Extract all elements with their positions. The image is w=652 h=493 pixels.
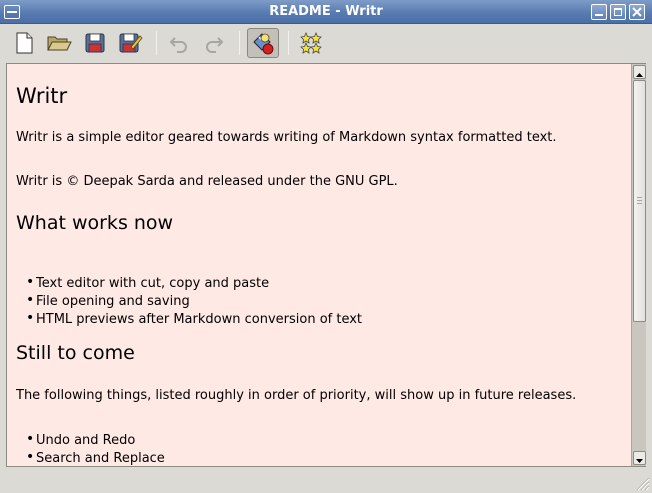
close-button[interactable] [629, 4, 645, 20]
toolbar-separator [288, 31, 289, 55]
grip-line [637, 197, 642, 198]
save-button[interactable] [79, 28, 111, 58]
list-item-text: Text editor with cut, copy and paste [36, 276, 270, 291]
list-item-text: File opening and saving [36, 294, 190, 309]
redo-icon [206, 37, 224, 53]
save-as-button[interactable] [114, 28, 146, 58]
save-as-icon [119, 33, 143, 53]
undo-icon [169, 37, 187, 53]
redo-button[interactable] [198, 28, 230, 58]
open-button[interactable] [43, 28, 75, 58]
markdown-button[interactable] [295, 28, 327, 58]
toolbar-separator [156, 31, 157, 55]
toolbar [0, 25, 652, 61]
vertical-scrollbar[interactable] [631, 64, 646, 466]
bullet: • [26, 274, 35, 290]
resize-grip-icon[interactable] [632, 473, 650, 491]
scroll-thumb[interactable] [633, 80, 646, 322]
window-title: README - Writr [269, 4, 383, 19]
preview-icon [253, 33, 274, 55]
section-heading: Still to come [16, 342, 135, 364]
list-item-text: Search and Replace [36, 451, 165, 466]
preview-toggle-button[interactable] [247, 28, 279, 58]
toolbar-separator [239, 31, 240, 55]
intro-paragraph: Writr is a simple editor geared towards … [16, 130, 557, 145]
stars-icon [300, 31, 322, 54]
save-icon [85, 33, 105, 53]
grip-line [637, 203, 642, 204]
maximize-button[interactable] [610, 4, 626, 20]
new-document-icon [16, 32, 33, 54]
section-heading: What works now [16, 212, 174, 234]
bullet: • [26, 449, 35, 465]
arrow-down-icon [636, 459, 643, 463]
folder-open-icon [47, 36, 72, 51]
title-bar[interactable]: README - Writr [0, 0, 652, 24]
minimize-button[interactable] [591, 4, 607, 20]
list-item-text: HTML previews after Markdown conversion … [36, 312, 363, 327]
scroll-up-button[interactable] [633, 65, 646, 79]
bullet: • [26, 310, 35, 326]
preview-pane[interactable]: Writr Writr is a simple editor geared to… [6, 63, 646, 467]
grip-line [637, 200, 642, 201]
new-document-button[interactable] [8, 28, 40, 58]
close-icon [632, 7, 642, 17]
bullet: • [26, 292, 35, 308]
license-paragraph: Writr is © Deepak Sarda and released und… [16, 174, 398, 189]
undo-button[interactable] [163, 28, 195, 58]
document-content: Writr Writr is a simple editor geared to… [16, 64, 616, 466]
section-paragraph: The following things, listed roughly in … [16, 388, 577, 403]
document-heading: Writr [16, 84, 68, 108]
bullet: • [26, 431, 35, 447]
scroll-down-button[interactable] [633, 451, 646, 465]
list-item-text: Undo and Redo [36, 433, 136, 448]
